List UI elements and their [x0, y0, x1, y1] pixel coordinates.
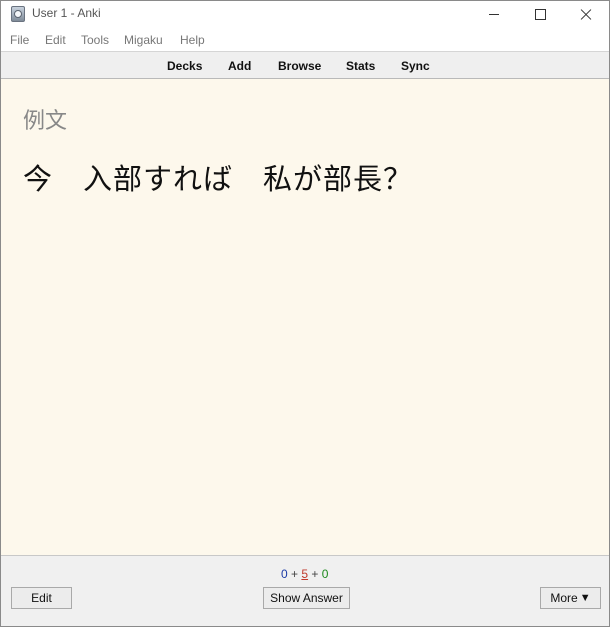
- review-bottom-bar: 0 + 5 + 0 Edit Show Answer More ▼: [1, 556, 609, 626]
- menu-tools[interactable]: Tools: [81, 33, 109, 47]
- more-button[interactable]: More ▼: [540, 587, 601, 609]
- close-button[interactable]: [563, 1, 609, 28]
- menu-file[interactable]: File: [10, 33, 29, 47]
- learning-count: 5: [301, 567, 309, 581]
- show-answer-button[interactable]: Show Answer: [263, 587, 350, 609]
- anki-icon: [11, 6, 25, 22]
- menu-help[interactable]: Help: [180, 33, 205, 47]
- main-toolbar: Decks Add Browse Stats Sync: [1, 51, 609, 79]
- maximize-icon: [534, 9, 546, 20]
- count-separator: +: [311, 567, 319, 581]
- card-view: 例文 今 入部すれば 私が部長？: [1, 79, 609, 556]
- menu-edit[interactable]: Edit: [45, 33, 66, 47]
- count-separator: +: [291, 567, 299, 581]
- show-answer-label: Show Answer: [270, 591, 343, 605]
- card-field-label: 例文: [23, 109, 68, 134]
- menu-migaku[interactable]: Migaku: [124, 33, 163, 47]
- anki-window: User 1 - Anki File Edit Tools Migaku Hel…: [0, 0, 610, 627]
- edit-button-label: Edit: [31, 591, 52, 605]
- minimize-button[interactable]: [471, 1, 517, 28]
- dropdown-arrow-icon: ▼: [579, 592, 591, 604]
- title-bar[interactable]: User 1 - Anki: [1, 1, 609, 28]
- minimize-icon: [489, 14, 499, 15]
- toolbar-sync[interactable]: Sync: [401, 59, 430, 73]
- close-icon: [580, 9, 592, 21]
- menu-bar: File Edit Tools Migaku Help: [1, 28, 609, 51]
- card-sentence: 今 入部すれば 私が部長？: [23, 162, 414, 196]
- review-count: 0: [321, 567, 329, 581]
- toolbar-add[interactable]: Add: [228, 59, 251, 73]
- toolbar-decks[interactable]: Decks: [167, 59, 202, 73]
- due-counts: 0 + 5 + 0: [281, 567, 328, 581]
- toolbar-browse[interactable]: Browse: [278, 59, 321, 73]
- window-title: User 1 - Anki: [32, 6, 101, 20]
- toolbar-stats[interactable]: Stats: [346, 59, 375, 73]
- more-button-label: More: [550, 591, 578, 605]
- edit-button[interactable]: Edit: [11, 587, 72, 609]
- new-count: 0: [281, 567, 288, 581]
- maximize-button[interactable]: [517, 1, 563, 28]
